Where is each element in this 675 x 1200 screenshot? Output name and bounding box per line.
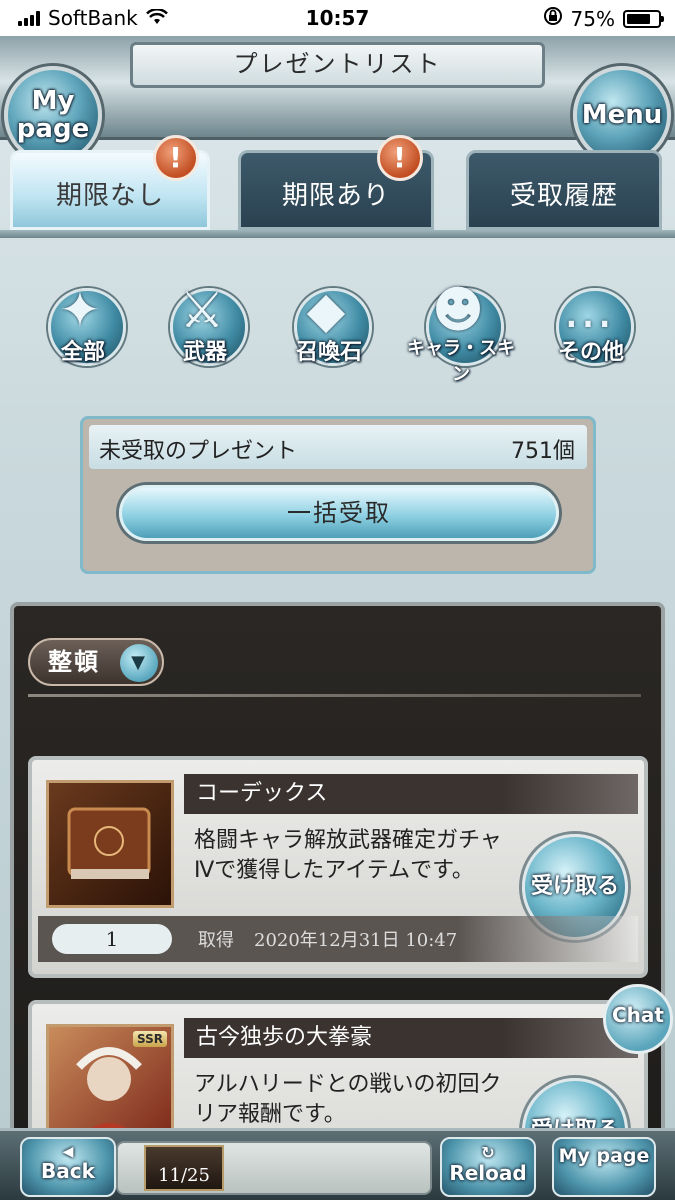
mypage-footer-label: My page	[558, 1145, 650, 1167]
rotation-lock-icon	[543, 6, 563, 31]
reload-label: Reload	[449, 1161, 527, 1185]
filter-other[interactable]: … その他	[530, 270, 652, 380]
chat-button[interactable]: Chat	[603, 984, 673, 1054]
chevron-down-icon: ▼	[120, 644, 158, 682]
item-description: アルハリードとの戦いの初回クリア報酬です。	[194, 1072, 502, 1127]
reload-button[interactable]: ↻ Reload	[440, 1137, 536, 1197]
tab-bar: 期限なし ! 期限あり ! 受取履歴	[0, 135, 675, 232]
filter-all[interactable]: ✦ 全部	[22, 270, 144, 380]
sort-label: 整頓	[48, 648, 100, 676]
filter-label: 全部	[60, 340, 105, 365]
filter-label: 武器	[182, 340, 227, 365]
tab-label: 期限あり	[281, 181, 390, 211]
filter-weapon[interactable]: ⚔ 武器	[144, 270, 266, 380]
sort-button[interactable]: 整頓 ▼	[28, 638, 164, 686]
status-bar: SoftBank 10:57 75%	[0, 0, 675, 36]
rarity-badge: SSR	[133, 1031, 167, 1047]
filter-summon[interactable]: ◆ 召喚石	[268, 270, 390, 380]
divider	[28, 694, 641, 697]
unclaimed-label: 未受取のプレゼント	[99, 439, 298, 464]
filter-label: 召喚石	[295, 340, 362, 365]
obtain-date: 2020年12月31日 10:47	[254, 930, 458, 951]
unclaimed-summary: 未受取のプレゼント 751個 一括受取	[80, 416, 596, 574]
bottom-nav: ◀ Back 11/25 ↻ Reload My page	[0, 1128, 675, 1200]
mypage-footer-button[interactable]: My page	[552, 1137, 656, 1197]
present-list-panel: 整頓 ▼ コーデックス 格闘キャラ解放武器確定ガチャⅣで獲得したアイテムです。 …	[10, 602, 665, 1200]
ap-gauge-panel: 11/25	[116, 1141, 432, 1195]
item-thumbnail	[46, 780, 174, 908]
mypage-label: My page	[16, 86, 90, 144]
unclaimed-header: 未受取のプレゼント 751個	[89, 425, 587, 469]
item-name: コーデックス	[184, 774, 638, 814]
tab-no-expiry[interactable]: 期限なし !	[10, 135, 210, 230]
back-label: Back	[41, 1159, 95, 1183]
book-icon	[67, 807, 151, 879]
unclaimed-count: 751個	[511, 439, 575, 464]
page-title: プレゼントリスト	[130, 42, 545, 88]
ap-counter: 11/25	[144, 1145, 224, 1191]
item-footer: 1 取得 2020年12月31日 10:47	[38, 916, 638, 962]
back-button[interactable]: ◀ Back	[20, 1137, 116, 1197]
battery-percent: 75%	[570, 6, 615, 31]
header: プレゼントリスト My page Menu	[0, 36, 675, 164]
battery-info: 75%	[543, 6, 664, 31]
item-description: 格闘キャラ解放武器確定ガチャⅣで獲得したアイテムです。	[194, 828, 502, 883]
obtain-label: 取得	[198, 930, 234, 951]
tab-with-expiry[interactable]: 期限あり !	[238, 135, 434, 230]
battery-icon	[623, 9, 664, 28]
category-filters: ✦ 全部 ⚔ 武器 ◆ 召喚石 ☻ キャラ・スキン … その他	[0, 270, 675, 385]
filter-label: その他	[557, 340, 624, 365]
alert-icon: !	[153, 135, 199, 181]
tab-label: 期限なし	[55, 181, 164, 211]
menu-label: Menu	[581, 100, 663, 130]
alert-icon: !	[377, 135, 423, 181]
item-name: 古今独歩の大拳豪	[184, 1018, 638, 1058]
back-arrow-icon: ◀	[62, 1144, 74, 1160]
filter-label: キャラ・スキン	[407, 338, 515, 385]
tab-divider	[0, 230, 675, 238]
reload-icon: ↻	[481, 1143, 495, 1162]
item-quantity: 1	[52, 924, 172, 954]
bulk-receive-button[interactable]: 一括受取	[119, 485, 559, 541]
list-item: コーデックス 格闘キャラ解放武器確定ガチャⅣで獲得したアイテムです。 受け取る …	[28, 756, 648, 978]
tab-label: 受取履歴	[509, 181, 618, 211]
filter-character[interactable]: ☻ キャラ・スキン	[400, 270, 522, 385]
tab-history[interactable]: 受取履歴	[466, 150, 662, 230]
